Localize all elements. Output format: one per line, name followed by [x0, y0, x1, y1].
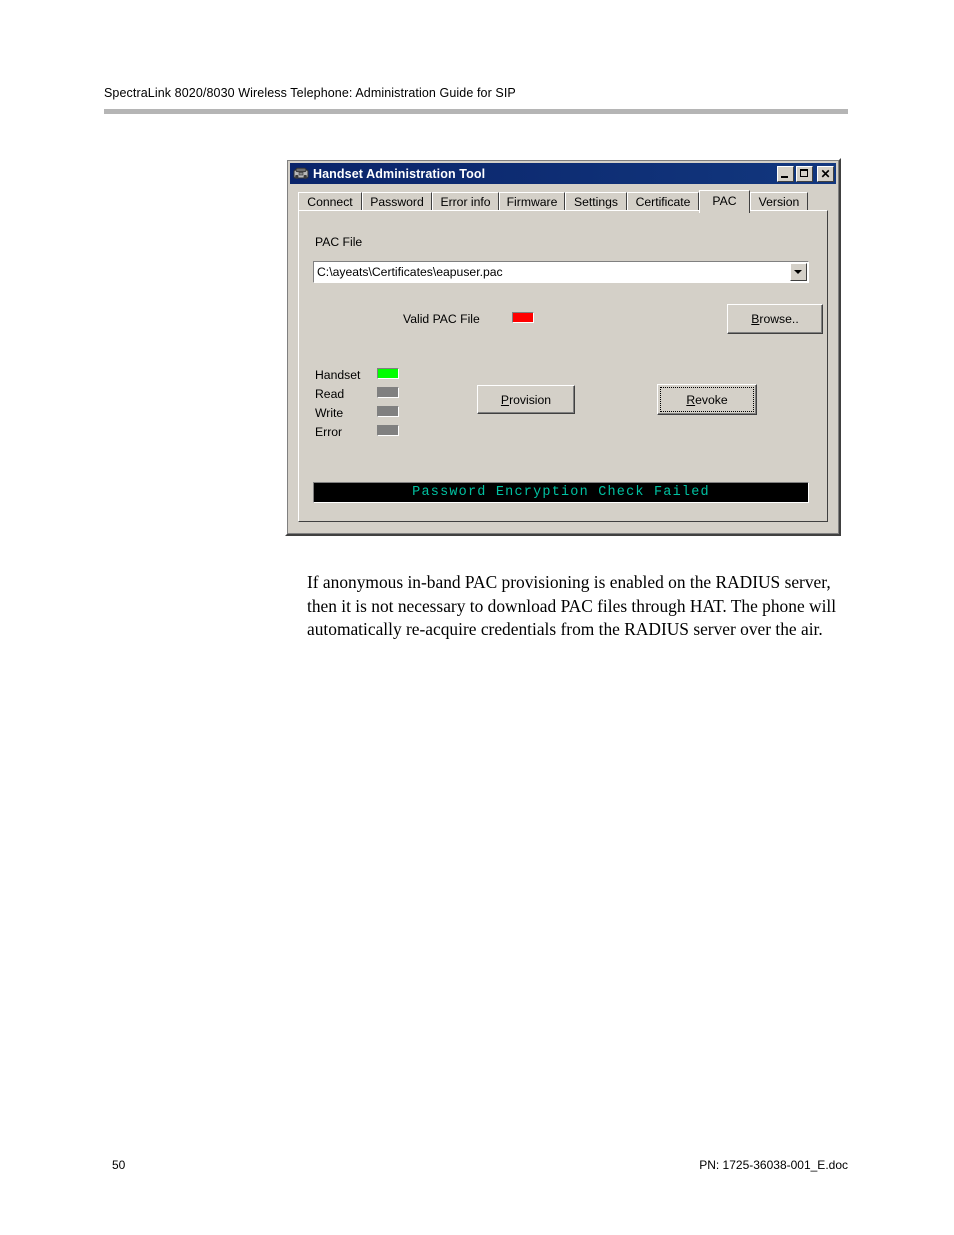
maximize-icon: [800, 168, 808, 177]
read-indicator-led: [377, 387, 399, 398]
header-divider: [104, 109, 848, 114]
valid-pac-file-led: [512, 312, 534, 323]
close-icon: ✕: [820, 166, 831, 181]
error-indicator-led: [377, 425, 399, 436]
telephone-handset-icon: [293, 166, 309, 182]
tab-label: Firmware: [506, 195, 558, 209]
page-number: 50: [112, 1158, 126, 1172]
status-message-bar: Password Encryption Check Failed: [313, 482, 809, 503]
maximize-button[interactable]: [796, 165, 813, 182]
chevron-down-icon[interactable]: [790, 263, 807, 281]
tab-label: Connect: [307, 195, 353, 209]
tab-label: Settings: [573, 195, 619, 209]
valid-pac-file-label: Valid PAC File: [403, 312, 480, 326]
close-button[interactable]: ✕: [817, 165, 834, 182]
body-paragraph: If anonymous in-band PAC provisioning is…: [307, 572, 837, 640]
tab-label: Password: [370, 195, 424, 209]
page-footer: 50 PN: 1725-36038-001_E.doc: [104, 1158, 848, 1176]
page-header-text: SpectraLink 8020/8030 Wireless Telephone…: [104, 86, 516, 100]
minimize-button[interactable]: [777, 165, 794, 182]
tabstrip: Connect Password Error info Firmware Set…: [298, 190, 828, 213]
pac-file-label: PAC File: [315, 235, 363, 249]
tab-label: PAC: [712, 193, 737, 208]
minimize-icon: [781, 175, 788, 178]
document-id: PN: 1725-36038-001_E.doc: [699, 1158, 848, 1172]
window-titlebar[interactable]: Handset Administration Tool ✕: [290, 163, 836, 184]
handset-administration-tool-window[interactable]: Handset Administration Tool ✕ Connect Pa…: [285, 158, 841, 536]
provision-button-label: Provision: [500, 392, 552, 407]
handset-indicator-label: Handset: [315, 368, 361, 382]
write-indicator-led: [377, 406, 399, 417]
page-header: SpectraLink 8020/8030 Wireless Telephone…: [104, 86, 848, 100]
read-indicator-label: Read: [315, 387, 345, 401]
pac-tab-panel: PAC File C:\ayeats\Certificates\eapuser.…: [298, 210, 828, 522]
tab-firmware[interactable]: Firmware: [499, 192, 565, 211]
pac-file-value: C:\ayeats\Certificates\eapuser.pac: [317, 265, 503, 279]
error-indicator-label: Error: [315, 425, 343, 439]
provision-button[interactable]: Provision: [477, 385, 575, 414]
status-message-text: Password Encryption Check Failed: [412, 485, 710, 500]
revoke-button-label: Revoke: [686, 392, 728, 407]
pac-file-combobox[interactable]: C:\ayeats\Certificates\eapuser.pac: [313, 261, 809, 283]
tab-password[interactable]: Password: [362, 192, 432, 211]
revoke-button[interactable]: Revoke: [657, 384, 757, 415]
window-controls: ✕: [777, 165, 834, 182]
tab-label: Error info: [440, 195, 491, 209]
browse-button-label: Browse..: [751, 312, 799, 326]
tab-version[interactable]: Version: [750, 192, 808, 211]
tab-certificate[interactable]: Certificate: [627, 192, 699, 211]
browse-button[interactable]: Browse..: [727, 304, 823, 334]
handset-indicator-led: [377, 368, 399, 379]
tab-error-info[interactable]: Error info: [432, 192, 499, 211]
tab-label: Version: [758, 195, 800, 209]
window-title: Handset Administration Tool: [313, 166, 486, 181]
tab-connect[interactable]: Connect: [298, 192, 362, 211]
tab-settings[interactable]: Settings: [565, 192, 627, 211]
write-indicator-label: Write: [315, 406, 344, 420]
tab-pac[interactable]: PAC: [699, 190, 750, 213]
tab-label: Certificate: [635, 195, 691, 209]
